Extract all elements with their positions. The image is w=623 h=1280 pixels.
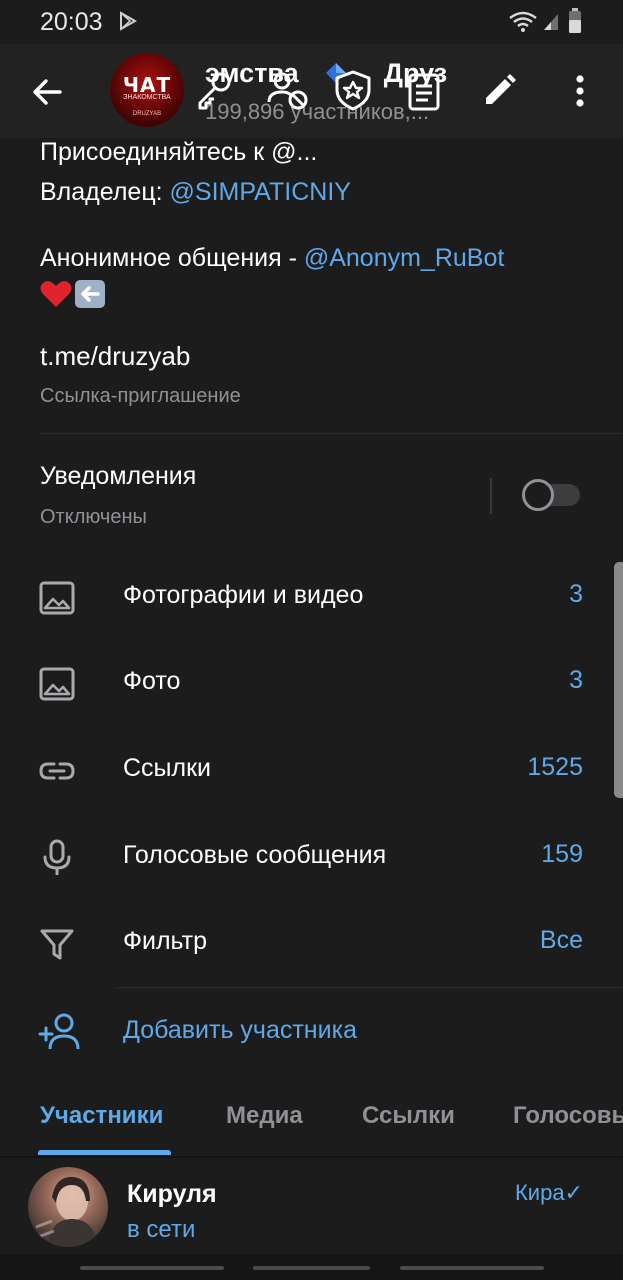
nav-home-button[interactable] — [253, 1266, 370, 1270]
toggle-knob — [522, 479, 554, 511]
wifi-icon — [509, 11, 537, 32]
chat-subtitle: 199,896 участников,... — [205, 99, 430, 124]
member-photo — [35, 1176, 98, 1247]
row-label: Фотографии и видео — [123, 581, 364, 609]
signal-icon — [544, 14, 558, 30]
image-icon — [39, 667, 75, 701]
media-row-filter[interactable]: Фильтр Все — [0, 901, 623, 987]
media-row-voice[interactable]: Голосовые сообщения 159 — [0, 815, 623, 901]
admin-log-icon[interactable] — [402, 70, 446, 114]
link-icon — [39, 762, 75, 780]
edit-pencil-icon[interactable] — [478, 70, 520, 112]
nav-recents-button[interactable] — [80, 1266, 224, 1270]
info-cut-line: Присоединяйтесь к @... — [40, 138, 318, 166]
more-vertical-icon[interactable] — [563, 70, 597, 112]
owner-link[interactable]: @SIMPATICNIY — [170, 178, 351, 206]
anon-bot-link[interactable]: @Anonym_RuBot — [304, 244, 504, 272]
row-label: Ссылки — [123, 754, 212, 782]
add-member-button[interactable]: Добавить участника — [0, 988, 623, 1074]
left-arrow-emoji-icon — [75, 280, 105, 308]
tab-indicator — [38, 1150, 171, 1155]
system-nav-bar — [0, 1254, 623, 1280]
media-row-photos-videos[interactable]: Фотографии и видео 3 — [0, 555, 623, 641]
status-bar: 20:03 — [0, 0, 623, 44]
tab-members[interactable]: Участники — [40, 1102, 163, 1130]
chat-avatar[interactable]: ЧАТ ЗНАКОМСТВА DRUZYAB — [110, 53, 184, 127]
owner-label: Владелец: — [40, 178, 170, 206]
battery-icon — [569, 8, 581, 33]
row-count: Все — [539, 926, 583, 954]
media-row-links[interactable]: Ссылки 1525 — [0, 728, 623, 814]
app-bar: ЧАТ ЗНАКОМСТВА DRUZYAB эмства Друз 199,8… — [0, 44, 623, 138]
row-count: 1525 — [527, 753, 583, 781]
row-label: Фильтр — [123, 927, 207, 955]
owner-line: Владелец: @SIMPATICNIY — [40, 178, 351, 207]
image-icon — [39, 581, 75, 615]
divider — [40, 433, 623, 434]
tab-links[interactable]: Ссылки — [362, 1102, 455, 1130]
tab-voice[interactable]: Голосовые — [513, 1102, 623, 1130]
avatar-brand: DRUZYAB — [132, 111, 162, 117]
row-label: Фото — [123, 667, 181, 695]
member-avatar — [28, 1167, 108, 1247]
microphone-icon — [43, 839, 71, 875]
row-count: 3 — [569, 580, 583, 608]
shield-star-icon[interactable] — [331, 68, 375, 112]
add-user-icon — [38, 1013, 80, 1050]
notifications-status: Отключены — [40, 506, 147, 528]
scrollbar[interactable] — [614, 562, 623, 798]
status-time: 20:03 — [40, 8, 103, 36]
row-count: 159 — [541, 840, 583, 868]
anon-line: Анонимное общения - @Anonym_RuBot — [40, 244, 504, 273]
tab-media[interactable]: Медиа — [226, 1102, 303, 1130]
anon-label: Анонимное общения - — [40, 244, 304, 272]
row-label: Голосовые сообщения — [123, 841, 387, 869]
tabs-bar: Участники Медиа Ссылки Голосовые — [0, 1074, 623, 1158]
notifications-separator — [490, 478, 492, 514]
nav-back-button[interactable] — [400, 1266, 544, 1270]
member-name: Кируля — [127, 1180, 217, 1208]
avatar-subtitle: ЗНАКОМСТВА — [123, 94, 171, 101]
member-status: в сети — [127, 1216, 196, 1243]
invite-caption: Ссылка-приглашение — [40, 385, 241, 407]
notifications-toggle[interactable] — [522, 479, 580, 511]
media-row-photos[interactable]: Фото 3 — [0, 641, 623, 727]
invite-link[interactable]: t.me/druzyab — [40, 341, 190, 372]
red-heart-icon — [40, 281, 72, 307]
user-block-icon[interactable] — [266, 68, 310, 112]
play-store-icon — [120, 11, 138, 31]
row-count: 3 — [569, 666, 583, 694]
notifications-label[interactable]: Уведомления — [40, 462, 196, 491]
filter-icon — [40, 929, 74, 960]
back-arrow-icon[interactable] — [26, 70, 70, 114]
key-icon[interactable] — [192, 68, 236, 112]
member-row[interactable]: Кируля в сети Кира✓ — [0, 1158, 623, 1254]
member-tag: Кира✓ — [514, 1180, 583, 1205]
add-member-label: Добавить участника — [123, 1016, 357, 1044]
